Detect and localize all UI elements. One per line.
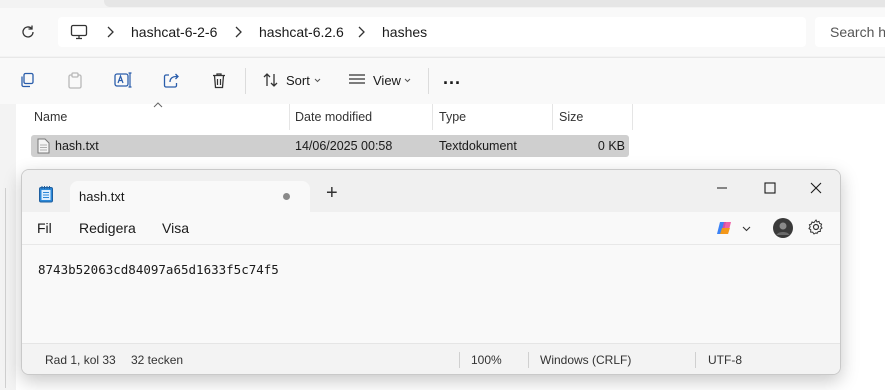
breadcrumb-item[interactable]: hashcat-6-2-6 <box>131 24 217 40</box>
rename-icon <box>114 72 132 88</box>
refresh-button[interactable] <box>18 22 38 42</box>
delete-button[interactable] <box>209 70 229 90</box>
copy-button[interactable] <box>17 70 37 90</box>
toolbar-divider <box>245 68 246 94</box>
status-divider <box>528 352 529 368</box>
gear-icon <box>808 219 823 235</box>
status-cursor-position: Rad 1, kol 33 <box>45 353 116 367</box>
new-tab-button[interactable]: + <box>326 183 338 203</box>
paste-button[interactable] <box>65 70 85 90</box>
notepad-window: hash.txt + Fil Redigera Visa 8743b52063c… <box>21 169 841 375</box>
status-char-count: 32 tecken <box>131 353 184 367</box>
title-strip <box>0 0 885 8</box>
copilot-button[interactable] <box>716 220 734 239</box>
status-encoding: UTF-8 <box>708 353 742 367</box>
column-header-date[interactable]: Date modified <box>295 110 372 124</box>
status-divider <box>459 352 460 368</box>
maximize-button[interactable] <box>758 176 782 200</box>
notepad-app-icon <box>38 185 54 206</box>
minimize-icon <box>717 187 727 189</box>
computer-icon <box>70 24 88 43</box>
text-editor[interactable]: 8743b52063cd84097a65d1633f5c74f5 <box>22 245 840 342</box>
more-options-button[interactable]: ... <box>443 68 461 89</box>
tab-hash-txt[interactable]: hash.txt <box>70 181 310 212</box>
close-icon <box>810 182 822 194</box>
chevron-down-icon <box>314 78 321 83</box>
status-bar: Rad 1, kol 33 32 tecken 100% Windows (CR… <box>22 343 840 374</box>
column-divider[interactable] <box>552 104 553 130</box>
close-button[interactable] <box>804 176 828 200</box>
settings-button[interactable] <box>808 219 824 238</box>
trash-icon <box>213 72 225 88</box>
share-icon <box>163 73 179 88</box>
search-placeholder: Search ha <box>830 24 885 40</box>
minimize-button[interactable] <box>710 176 734 200</box>
status-zoom: 100% <box>471 353 502 367</box>
breadcrumb-item[interactable]: hashes <box>382 24 427 40</box>
maximize-icon <box>764 182 776 194</box>
column-divider[interactable] <box>432 104 433 130</box>
view-icon <box>347 70 367 90</box>
notepad-menubar: Fil Redigera Visa <box>22 212 840 245</box>
file-name: hash.txt <box>55 139 99 153</box>
address-row: hashcat-6-2-6 hashcat-6.2.6 hashes Searc… <box>0 8 885 56</box>
status-divider <box>695 352 696 368</box>
status-line-ending: Windows (CRLF) <box>540 353 632 367</box>
notepad-titlebar: hash.txt + <box>22 170 840 212</box>
chevron-right-icon <box>358 26 365 38</box>
address-bar[interactable]: hashcat-6-2-6 hashcat-6.2.6 hashes <box>58 17 806 47</box>
tab-title: hash.txt <box>79 189 125 204</box>
editor-content: 8743b52063cd84097a65d1633f5c74f5 <box>38 262 279 277</box>
chevron-down-icon[interactable] <box>742 226 751 232</box>
column-header-name[interactable]: Name <box>34 110 67 124</box>
navigation-pane-edge <box>0 104 16 390</box>
menu-view[interactable]: Visa <box>162 220 189 236</box>
copy-icon <box>21 72 34 88</box>
refresh-icon <box>22 25 34 38</box>
view-button[interactable]: View <box>373 73 401 88</box>
chevron-down-icon <box>404 78 411 83</box>
toolbar-divider <box>428 68 429 94</box>
column-divider[interactable] <box>289 104 290 130</box>
tab-strip <box>104 0 885 7</box>
command-bar: Sort View ... <box>0 57 885 105</box>
file-date: 14/06/2025 00:58 <box>295 139 393 153</box>
sort-ascending-icon <box>153 102 163 108</box>
sort-button[interactable]: Sort <box>286 73 310 88</box>
paste-icon <box>68 71 82 89</box>
file-size: 0 KB <box>597 139 625 153</box>
chevron-right-icon <box>235 26 242 38</box>
column-header-type[interactable]: Type <box>439 110 466 124</box>
column-header-size[interactable]: Size <box>559 110 583 124</box>
chevron-right-icon <box>107 26 114 38</box>
search-input[interactable]: Search ha <box>815 17 885 47</box>
copilot-icon <box>717 222 731 234</box>
share-button[interactable] <box>161 70 181 90</box>
breadcrumb-item[interactable]: hashcat-6.2.6 <box>259 24 344 40</box>
file-type: Textdokument <box>439 139 517 153</box>
unsaved-indicator-icon[interactable] <box>283 193 290 200</box>
avatar[interactable] <box>773 218 793 241</box>
text-file-icon <box>37 138 50 154</box>
column-divider[interactable] <box>632 104 633 130</box>
menu-file[interactable]: Fil <box>37 220 52 236</box>
rename-button[interactable] <box>113 70 133 90</box>
menu-edit[interactable]: Redigera <box>79 220 136 236</box>
file-row[interactable]: hash.txt 14/06/2025 00:58 Textdokument 0… <box>31 135 629 157</box>
sort-icon <box>261 70 281 90</box>
